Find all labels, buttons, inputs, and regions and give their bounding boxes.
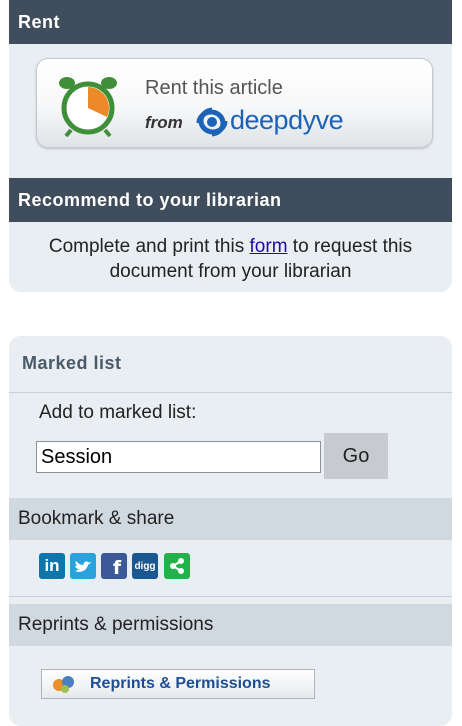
reprints-permissions-label: Reprints & Permissions	[90, 675, 271, 692]
reprints-icon	[52, 674, 76, 699]
recommend-text: Complete and print this form to request …	[48, 236, 413, 282]
divider	[9, 392, 452, 393]
rent-panel: Rent Rent this article from deepdyve Rec…	[9, 0, 452, 292]
deepdyve-brand: deepdyve	[230, 105, 344, 135]
form-link[interactable]: form	[250, 236, 288, 257]
marked-list-panel: Marked list Add to marked list: Session …	[9, 336, 452, 726]
go-button[interactable]: Go	[324, 433, 388, 479]
bookmark-share-header: Bookmark & share	[9, 498, 452, 540]
recommend-header: Recommend to your librarian	[9, 178, 452, 222]
marked-list-select[interactable]: Session	[36, 441, 321, 473]
divider	[9, 596, 452, 597]
marked-list-title: Marked list	[22, 353, 122, 373]
rent-article-label: Rent this article	[145, 77, 283, 99]
linkedin-icon[interactable]: in	[39, 553, 65, 579]
reprints-permissions-button[interactable]: Reprints & Permissions	[41, 669, 315, 699]
alarm-clock-icon	[57, 73, 119, 142]
twitter-icon[interactable]	[70, 553, 96, 579]
facebook-icon[interactable]: f	[101, 553, 127, 579]
add-to-marked-list-label: Add to marked list:	[39, 402, 197, 423]
deepdyve-logo-icon	[195, 107, 229, 142]
reprints-permissions-header: Reprints & permissions	[9, 604, 452, 646]
share-icon[interactable]	[164, 553, 190, 579]
rent-from-label: from	[145, 113, 183, 132]
rent-article-button[interactable]: Rent this article from deepdyve	[36, 58, 433, 148]
rent-header: Rent	[9, 0, 452, 44]
digg-icon[interactable]: digg	[132, 553, 158, 579]
